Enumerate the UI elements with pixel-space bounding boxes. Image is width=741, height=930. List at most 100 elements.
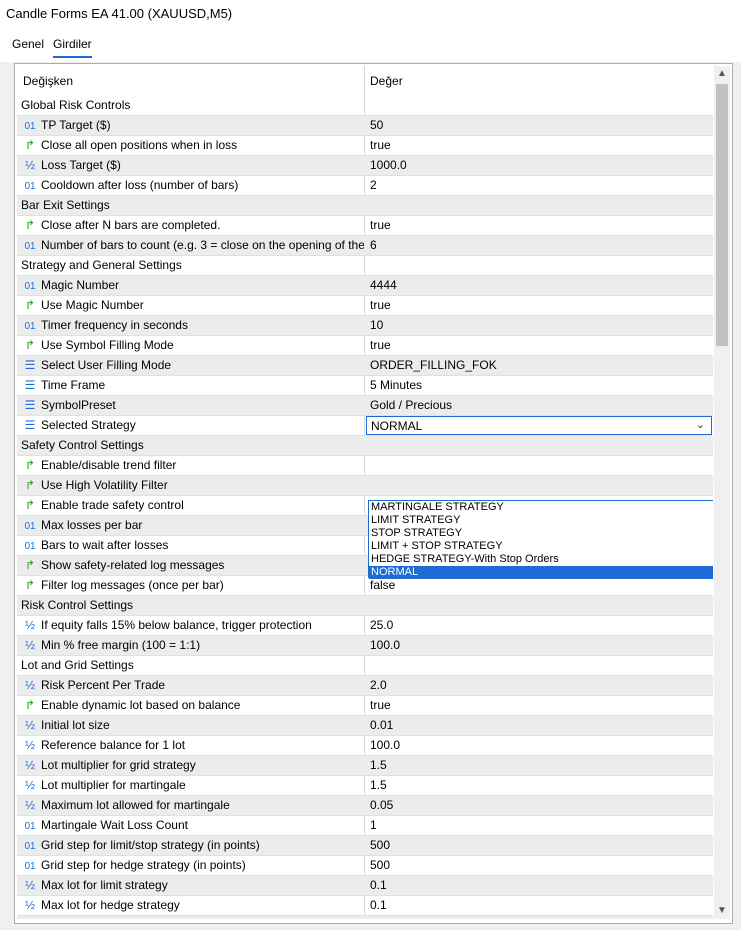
parameter-row[interactable]: ↱ Enable dynamic lot based on balance true (17, 696, 713, 716)
parameter-row[interactable]: ½ Reference balance for 1 lot 100.0 (17, 736, 713, 756)
parameter-row[interactable]: ↱ Use High Volatility Filter (17, 476, 713, 496)
parameter-value-cell[interactable]: 100.0 (370, 636, 710, 655)
parameter-value-cell[interactable]: 0.1 (370, 916, 710, 919)
parameter-value-cell[interactable]: 100.0 (370, 736, 710, 755)
parameter-row[interactable]: ½ Loss Target ($) 1000.0 (17, 156, 713, 176)
parameter-row[interactable]: ↱ Use Symbol Filling Mode true (17, 336, 713, 356)
parameter-value-cell[interactable]: true (370, 336, 710, 355)
parameter-row[interactable]: ☰ Select User Filling Mode ORDER_FILLING_F… (17, 356, 713, 376)
parameter-value-cell[interactable] (370, 476, 710, 495)
section-header-row[interactable]: Strategy and General Settings (17, 256, 713, 276)
parameter-value-cell[interactable]: Gold / Precious (370, 396, 710, 415)
parameter-row[interactable]: ½ Lot multiplier for grid strategy 1.5 (17, 756, 713, 776)
section-header-row[interactable]: Risk Control Settings (17, 596, 713, 616)
parameter-value-cell[interactable]: 0.01 (370, 716, 710, 735)
strategy-option[interactable]: LIMIT STRATEGY (369, 514, 713, 527)
integer-icon: 01 (24, 121, 36, 132)
parameter-value-cell[interactable]: 1 (370, 816, 710, 835)
strategy-option[interactable]: STOP STRATEGY (369, 527, 713, 540)
parameter-value-cell[interactable]: ORDER_FILLING_FOK (370, 356, 710, 375)
parameter-row[interactable]: ☰ Selected Strategy NORMAL ⌄ (17, 416, 713, 436)
parameter-row[interactable]: ☰ SymbolPreset Gold / Precious (17, 396, 713, 416)
strategy-option[interactable]: HEDGE STRATEGY-With Stop Orders (369, 553, 713, 566)
strategy-option[interactable]: NORMAL (369, 566, 713, 579)
strategy-option[interactable]: MARTINGALE STRATEGY (369, 501, 713, 514)
parameter-value-cell[interactable]: 6 (370, 236, 710, 255)
parameter-value-cell[interactable]: 0.05 (370, 796, 710, 815)
parameter-value-cell[interactable]: 1.5 (370, 756, 710, 775)
parameter-value-cell[interactable]: 4444 (370, 276, 710, 295)
parameter-value-cell[interactable]: 10 (370, 316, 710, 335)
column-header-variable[interactable]: Değişken (23, 74, 73, 88)
parameter-row[interactable]: ½ Min % free margin (100 = 1:1) 100.0 (17, 636, 713, 656)
parameter-value-cell[interactable]: true (370, 216, 710, 235)
parameter-value-cell[interactable]: 2 (370, 176, 710, 195)
parameter-row[interactable]: ☰ Time Frame 5 Minutes (17, 376, 713, 396)
parameter-row[interactable]: ½ Lot multiplier for martingale 1.5 (17, 776, 713, 796)
parameter-row[interactable]: ½ Maximum lot allowed for martingale 0.05 (17, 796, 713, 816)
selected-strategy-combobox[interactable]: NORMAL ⌄ (366, 416, 712, 435)
parameter-name-cell: ☰ Selected Strategy (17, 416, 364, 435)
parameter-name-cell: ½ Max lot for hedge strategy (17, 896, 364, 915)
parameter-row[interactable]: ↱ Close all open positions when in loss tr… (17, 136, 713, 156)
parameter-value-cell[interactable]: true (370, 296, 710, 315)
tab-girdiler[interactable]: Girdiler (53, 37, 92, 58)
parameter-value-cell[interactable] (370, 456, 710, 475)
section-header-row[interactable]: Lot and Grid Settings (17, 656, 713, 676)
parameter-label: Use Symbol Filling Mode (41, 338, 174, 352)
parameter-label: Loss Target ($) (41, 158, 121, 172)
parameter-value-cell[interactable]: 500 (370, 836, 710, 855)
scroll-up-icon[interactable]: ▲ (714, 66, 730, 82)
parameter-value-cell[interactable]: 0.1 (370, 896, 710, 915)
tab-genel[interactable]: Genel (12, 37, 44, 51)
parameter-label: Max lot for hedge strategy (41, 898, 180, 912)
section-header-row[interactable]: Bar Exit Settings (17, 196, 713, 216)
scrollbar-thumb[interactable] (716, 84, 728, 346)
parameter-row[interactable]: ½ Risk Percent Per Trade 2.0 (17, 676, 713, 696)
vertical-scrollbar[interactable]: ▲ ▼ (714, 66, 730, 919)
double-icon: ½ (24, 158, 35, 172)
parameter-row[interactable]: 01 Martingale Wait Loss Count 1 (17, 816, 713, 836)
parameter-name-cell: ½ Max lot for limit strategy (17, 876, 364, 895)
parameter-value-cell[interactable]: 1.5 (370, 776, 710, 795)
parameter-row[interactable]: 01 Grid step for limit/stop strategy (in … (17, 836, 713, 856)
parameter-value-cell[interactable]: 0.1 (370, 876, 710, 895)
parameter-row[interactable]: 01 Magic Number 4444 (17, 276, 713, 296)
parameter-row[interactable]: 01 Cooldown after loss (number of bars) 2 (17, 176, 713, 196)
parameter-row[interactable]: ↱ Close after N bars are completed. true (17, 216, 713, 236)
section-header-row[interactable]: Safety Control Settings (17, 436, 713, 456)
parameter-value-cell[interactable]: true (370, 136, 710, 155)
parameter-value-cell[interactable]: 25.0 (370, 616, 710, 635)
parameter-value-cell[interactable]: 2.0 (370, 676, 710, 695)
parameter-label: Enable/disable trend filter (41, 458, 177, 472)
parameter-value-cell[interactable]: 5 Minutes (370, 376, 710, 395)
parameter-row[interactable]: 01 Grid step for hedge strategy (in point… (17, 856, 713, 876)
parameter-row[interactable]: ½ Max lot for limit strategy 0.1 (17, 876, 713, 896)
parameter-value-cell[interactable]: 500 (370, 856, 710, 875)
parameter-row[interactable]: ½ Max lot for normal strategy 0.1 (17, 916, 713, 919)
section-header-row[interactable]: Global Risk Controls (17, 96, 713, 116)
parameter-name-cell: ↱ Filter log messages (once per bar) (17, 576, 364, 595)
parameter-row[interactable]: ½ Max lot for hedge strategy 0.1 (17, 896, 713, 916)
parameter-row[interactable]: 01 Timer frequency in seconds 10 (17, 316, 713, 336)
strategy-dropdown-list[interactable]: MARTINGALE STRATEGY LIMIT STRATEGY STOP ST… (368, 500, 713, 579)
parameter-row[interactable]: ↱ Use Magic Number true (17, 296, 713, 316)
parameter-value-cell[interactable]: true (370, 696, 710, 715)
parameter-row[interactable]: ↱ Filter log messages (once per bar) false (17, 576, 713, 596)
parameter-value-cell[interactable]: 50 (370, 116, 710, 135)
parameter-label: Max lot for limit strategy (41, 878, 168, 892)
integer-icon: 01 (24, 281, 36, 292)
parameter-row[interactable]: 01 TP Target ($) 50 (17, 116, 713, 136)
parameter-name-cell: 01 Bars to wait after losses (17, 536, 364, 555)
chevron-down-icon[interactable]: ⌄ (696, 418, 705, 431)
column-header-value[interactable]: Değer (370, 74, 403, 88)
scroll-down-icon[interactable]: ▼ (714, 903, 730, 919)
parameter-value-cell[interactable]: 1000.0 (370, 156, 710, 175)
parameter-row[interactable]: 01 Number of bars to count (e.g. 3 = clos… (17, 236, 713, 256)
inputs-panel: Değişken Değer Global Risk Controls 01 TP … (14, 63, 733, 924)
parameter-row[interactable]: ½ If equity falls 15% below balance, trig… (17, 616, 713, 636)
strategy-option[interactable]: LIMIT + STOP STRATEGY (369, 540, 713, 553)
parameter-row[interactable]: ↱ Enable/disable trend filter (17, 456, 713, 476)
parameter-row[interactable]: ½ Initial lot size 0.01 (17, 716, 713, 736)
parameter-label: Close after N bars are completed. (41, 218, 221, 232)
